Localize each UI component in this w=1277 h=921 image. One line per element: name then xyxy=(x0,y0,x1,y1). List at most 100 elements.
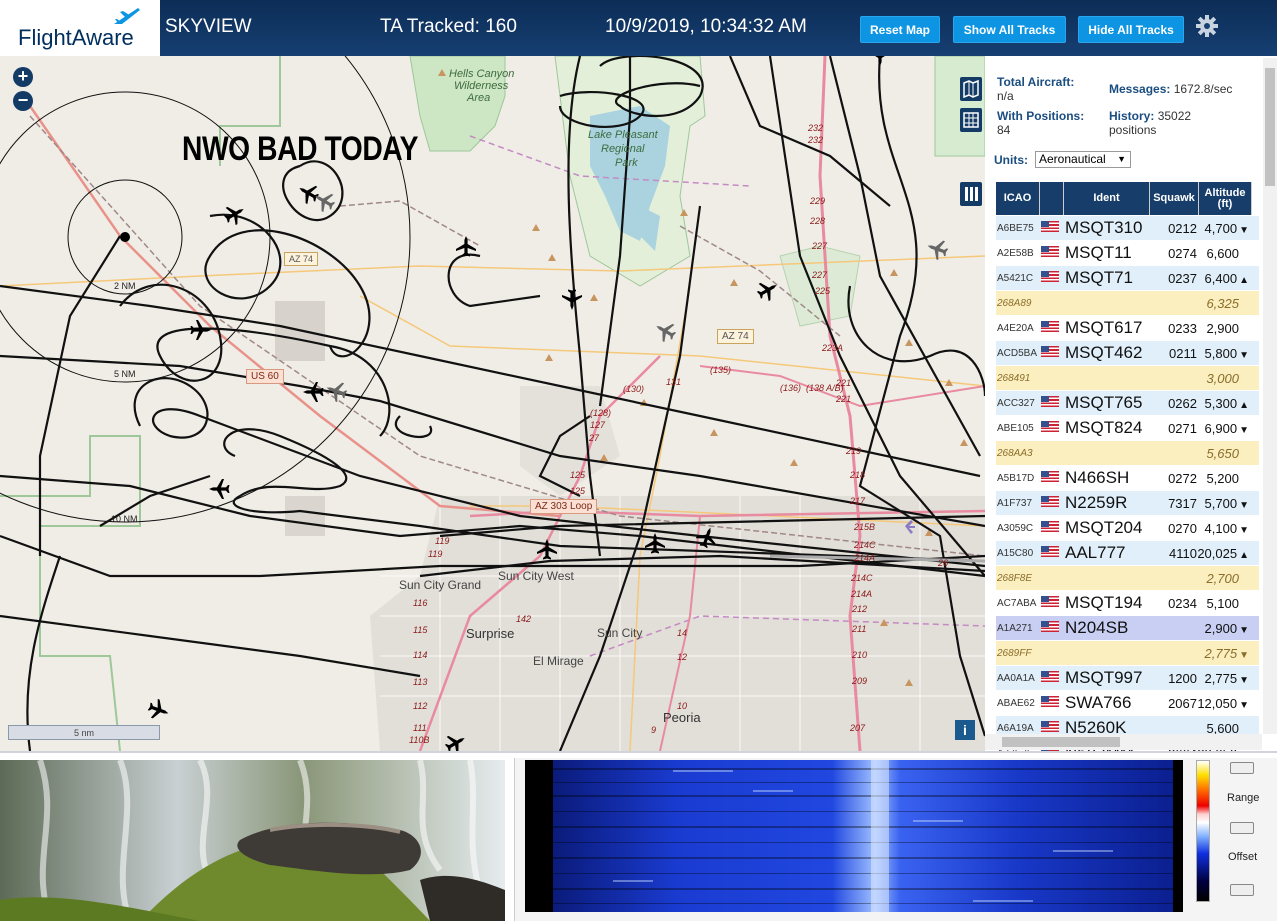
plane-icon[interactable] xyxy=(190,320,212,340)
map-view[interactable]: + − NWO BAD TODAY Hells Canyon Wildernes… xyxy=(0,56,985,751)
table-row[interactable]: 2689FF 2,775 ▼ xyxy=(996,641,1259,665)
plane-icon[interactable] xyxy=(694,524,720,551)
table-row[interactable]: A5B17D N466SH 0272 5,200 xyxy=(996,466,1259,490)
road-number: 219 xyxy=(846,446,862,456)
show-all-tracks-button[interactable]: Show All Tracks xyxy=(953,16,1066,43)
cell-altitude: 5,800 ▼ xyxy=(1197,346,1253,361)
table-row[interactable]: 268AA3 5,650 xyxy=(996,441,1259,465)
scroll-thumb[interactable] xyxy=(1265,68,1275,186)
cell-flag xyxy=(1041,244,1065,262)
cell-icao: ACC327 xyxy=(997,397,1035,409)
cell-altitude: 3,000 xyxy=(1197,371,1253,386)
table-row[interactable]: A4E20A MSQT617 0233 2,900 xyxy=(996,316,1259,340)
table-row[interactable]: A5421C MSQT71 0237 6,400 ▲ xyxy=(996,266,1259,290)
cell-flag xyxy=(1041,419,1065,437)
road-number: 223A xyxy=(822,343,844,353)
plane-icon[interactable] xyxy=(220,200,249,228)
total-aircraft-label: Total Aircraft: xyxy=(997,75,1075,89)
cell-ident: N466SH xyxy=(1065,468,1130,487)
zoom-in-button[interactable]: + xyxy=(13,67,33,87)
plane-icon[interactable] xyxy=(924,236,951,262)
plane-icon[interactable] xyxy=(562,289,582,311)
plane-icon[interactable] xyxy=(145,697,172,723)
aircraft-sidebar: Total Aircraft: n/a With Positions: 84 M… xyxy=(985,56,1277,751)
col-ident[interactable]: Ident xyxy=(1064,182,1150,215)
cell-icao: AA0A1A xyxy=(997,672,1035,684)
zoom-out-button[interactable]: − xyxy=(13,91,33,111)
road-number: 232 xyxy=(808,123,824,133)
reset-map-button[interactable]: Reset Map xyxy=(860,16,940,43)
cell-squawk: 0234 xyxy=(1168,595,1197,611)
table-row[interactable]: 268F8E 2,700 xyxy=(996,566,1259,590)
plane-icon[interactable] xyxy=(456,236,476,257)
units-selected-value: Aeronautical xyxy=(1039,152,1106,166)
table-row[interactable]: A3059C MSQT204 0270 4,100 ▼ xyxy=(996,516,1259,540)
cell-flag xyxy=(1041,269,1065,287)
flightaware-logo[interactable]: FlightAware xyxy=(0,0,160,56)
table-row[interactable]: 268491 3,000 xyxy=(996,366,1259,390)
sidebar-horizontal-scrollbar[interactable] xyxy=(985,734,1262,750)
plane-icon[interactable] xyxy=(323,378,350,404)
cell-flag xyxy=(1041,219,1065,237)
road-shield: AZ 74 xyxy=(284,252,319,266)
table-row[interactable]: 268A89 6,325 xyxy=(996,291,1259,315)
cell-altitude: 5,300 ▲ xyxy=(1197,396,1253,411)
scroll-thumb[interactable] xyxy=(1002,737,1120,747)
sidebar-vertical-scrollbar[interactable] xyxy=(1263,58,1277,734)
us-flag-icon xyxy=(1041,471,1059,482)
plane-icon[interactable] xyxy=(209,479,230,499)
table-row[interactable]: ABE105 MSQT824 0271 6,900 ▼ xyxy=(996,416,1259,440)
offset-slider-handle[interactable] xyxy=(1230,822,1254,834)
cell-icao: A1A271 xyxy=(997,622,1033,634)
plane-icon[interactable] xyxy=(645,533,665,554)
cell-altitude: 6,900 ▼ xyxy=(1197,421,1253,436)
table-row[interactable]: A15C80 AAL777 4110 20,025 ▲ xyxy=(996,541,1259,565)
sidebar-toggle-button[interactable] xyxy=(960,182,982,206)
cell-ident: MSQT462 xyxy=(1065,343,1143,362)
plane-icon[interactable] xyxy=(651,317,680,345)
table-row[interactable]: AC7ABA MSQT194 0234 5,100 xyxy=(996,591,1259,615)
table-row[interactable]: ABAE62 SWA766 2067 12,050 ▼ xyxy=(996,691,1259,715)
col-squawk[interactable]: Squawk xyxy=(1150,182,1199,215)
us-flag-icon xyxy=(1041,596,1059,607)
road-number: 214A xyxy=(854,553,876,563)
table-row[interactable]: A6BE75 MSQT310 0212 4,700 ▼ xyxy=(996,216,1259,240)
plane-icon[interactable] xyxy=(294,179,323,207)
altitude-value: 6,900 xyxy=(1204,420,1238,436)
table-row[interactable]: AA0A1A MSQT997 1200 2,775 ▼ xyxy=(996,666,1259,690)
plane-icon[interactable] xyxy=(303,382,324,402)
range-ring-label: 10 NM xyxy=(111,514,138,524)
info-button[interactable]: i xyxy=(955,720,975,740)
hide-all-tracks-button[interactable]: Hide All Tracks xyxy=(1078,16,1184,43)
waterfall-spectrogram[interactable] xyxy=(525,760,1183,912)
col-flag[interactable] xyxy=(1040,182,1064,215)
cell-icao: A6A19A xyxy=(997,722,1034,734)
col-altitude[interactable]: Altitude (ft) xyxy=(1199,182,1252,215)
table-row[interactable]: A1A271 N204SB 2,900 ▼ xyxy=(996,616,1259,640)
grid-toggle-button[interactable] xyxy=(960,108,982,132)
cell-altitude: 2,775 ▼ xyxy=(1197,671,1253,686)
table-row[interactable]: ACD5BA MSQT462 0211 5,800 ▼ xyxy=(996,341,1259,365)
altitude-value: 4,100 xyxy=(1204,520,1238,536)
gear-icon[interactable] xyxy=(1195,14,1219,38)
cell-icao: A4E20A xyxy=(997,322,1034,334)
col-icao[interactable]: ICAO xyxy=(996,182,1040,215)
map-layers-button[interactable] xyxy=(960,77,982,101)
range-slider-handle[interactable] xyxy=(1230,762,1254,774)
plane-icon[interactable] xyxy=(870,56,890,66)
cell-icao: AC7ABA xyxy=(997,597,1037,609)
plane-icon[interactable] xyxy=(753,276,782,304)
table-row[interactable]: ACC327 MSQT765 0262 5,300 ▲ xyxy=(996,391,1259,415)
plane-icon[interactable] xyxy=(441,729,470,751)
table-row[interactable]: A2E58B MSQT11 0274 6,600 xyxy=(996,241,1259,265)
table-row[interactable]: A1F737 N2259R 7317 5,700 ▼ xyxy=(996,491,1259,515)
slider-handle[interactable] xyxy=(1230,884,1254,896)
range-label: Range xyxy=(1227,792,1260,804)
units-select[interactable]: Aeronautical ▼ xyxy=(1035,151,1131,168)
cell-flag xyxy=(1041,594,1065,612)
plane-icon[interactable] xyxy=(537,539,557,560)
climb-arrow-icon: ▲ xyxy=(1239,274,1249,286)
road-number: 215B xyxy=(854,522,876,532)
road-number: 14 xyxy=(677,628,688,638)
cell-icao: A1F737 xyxy=(997,497,1033,509)
